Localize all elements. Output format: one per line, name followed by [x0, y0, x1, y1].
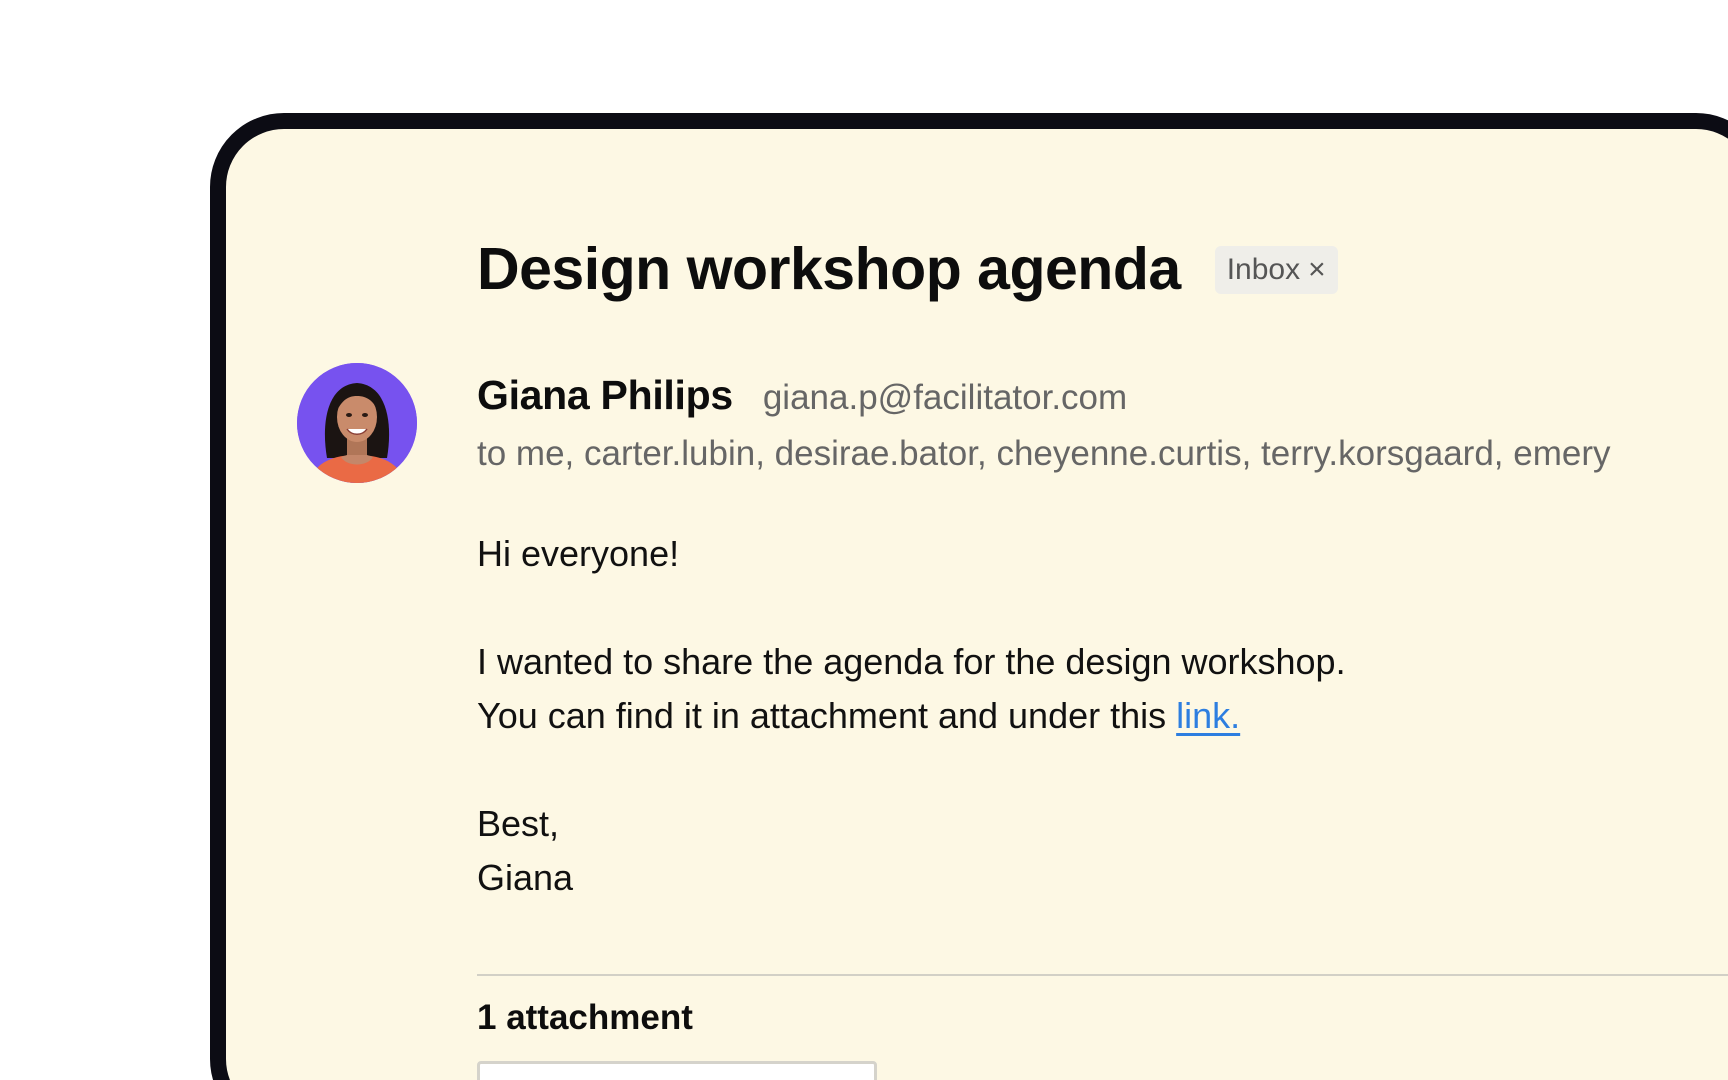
body-signoff: Best,	[477, 803, 560, 844]
body-line-2-text: You can find it in attachment and under …	[477, 695, 1177, 736]
body-signature: Giana	[477, 857, 574, 898]
email-body: Hi everyone! I wanted to share the agend…	[477, 527, 1346, 905]
label-chip-text: Inbox	[1226, 252, 1301, 286]
avatar[interactable]	[297, 363, 417, 483]
avatar-photo-icon	[297, 363, 417, 483]
sender-name[interactable]: Giana Philips	[477, 372, 733, 419]
subject-row: Design workshop agenda Inbox ×	[477, 240, 1338, 299]
body-greeting: Hi everyone!	[477, 533, 680, 574]
inbox-label-chip[interactable]: Inbox ×	[1214, 245, 1338, 294]
recipients-list[interactable]: to me, carter.lubin, desirae.bator, chey…	[477, 434, 1610, 474]
body-line-1: I wanted to share the agenda for the des…	[477, 641, 1346, 682]
close-icon[interactable]: ×	[1308, 254, 1326, 285]
email-subject: Design workshop agenda	[477, 236, 1181, 302]
attachments-divider	[477, 974, 1728, 976]
sender-email[interactable]: giana.p@facilitator.com	[763, 378, 1127, 418]
agenda-link[interactable]: link.	[1176, 695, 1240, 736]
body-line-2: You can find it in attachment and under …	[477, 689, 1346, 743]
sender-row: Giana Philips giana.p@facilitator.com	[477, 372, 1127, 419]
attachments-heading: 1 attachment	[477, 998, 693, 1037]
attachment-card[interactable]	[477, 1061, 877, 1080]
